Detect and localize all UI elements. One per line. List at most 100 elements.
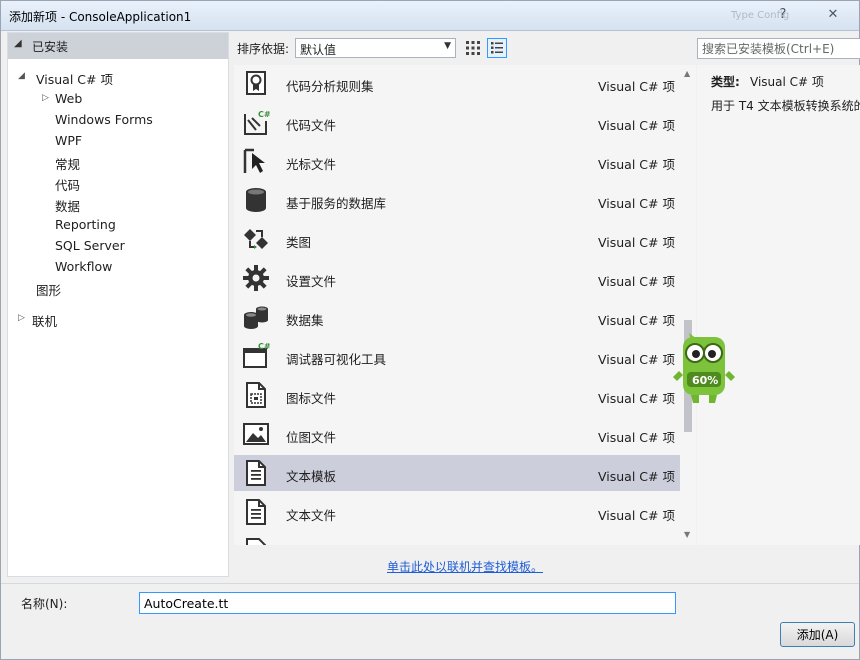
installed-label: 已安装 <box>32 40 69 54</box>
sort-dropdown[interactable]: 默认值 ▼ <box>295 38 456 58</box>
template-list: 代码分析规则集 Visual C# 项 C# 代码文件 Visual C# 项 … <box>234 65 696 545</box>
bitmap-file-icon <box>243 423 269 445</box>
template-row-settings-file[interactable]: 设置文件 Visual C# 项 <box>234 260 680 296</box>
template-type: Visual C# 项 <box>598 157 675 172</box>
database-icon <box>246 188 266 212</box>
find-templates-online-link[interactable]: 单击此处以联机并查找模板。 <box>387 558 543 575</box>
template-row-partial[interactable] <box>234 533 680 545</box>
template-row-cursor-file[interactable]: 光标文件 Visual C# 项 <box>234 143 680 179</box>
debugger-visualizer-icon: C# <box>243 342 270 368</box>
info-type-value: Visual C# 项 <box>750 75 824 89</box>
template-name: 光标文件 <box>286 157 337 172</box>
collapsed-arrow-icon[interactable]: ▷ <box>18 313 25 323</box>
template-type: Visual C# 项 <box>598 469 675 484</box>
mascot-widget[interactable]: 60% <box>671 327 737 405</box>
text-template-icon <box>246 460 266 486</box>
search-input[interactable] <box>698 39 860 58</box>
template-type: Visual C# 项 <box>598 391 675 406</box>
chevron-down-icon: ▼ <box>444 41 451 51</box>
template-name: 代码文件 <box>286 118 337 133</box>
template-list-scrollbar[interactable]: ▲ ▼ <box>680 65 696 545</box>
tree-item-graphics[interactable]: 图形 <box>36 280 61 299</box>
template-type: Visual C# 项 <box>598 274 675 289</box>
template-row-service-database[interactable]: 基于服务的数据库 Visual C# 项 <box>234 182 680 218</box>
template-row-text-template[interactable]: 文本模板 Visual C# 项 <box>234 455 680 491</box>
installed-header[interactable]: ◢ 已安装 <box>8 33 228 59</box>
template-row-class-diagram[interactable]: 类图 Visual C# 项 <box>234 221 680 257</box>
search-templates-box[interactable] <box>697 38 860 59</box>
scroll-down-arrow-icon[interactable]: ▼ <box>684 530 690 539</box>
name-label: 名称(N): <box>21 597 68 611</box>
tree-item-data[interactable]: 数据 <box>55 196 80 215</box>
list-view-button[interactable] <box>487 38 507 58</box>
help-button[interactable]: ? <box>771 5 795 25</box>
template-type: Visual C# 项 <box>598 352 675 367</box>
tree-item-windows-forms[interactable]: Windows Forms <box>55 112 153 127</box>
collapsed-arrow-icon[interactable]: ▷ <box>42 93 49 103</box>
template-row-debugger-visualizer[interactable]: C# 调试器可视化工具 Visual C# 项 <box>234 338 680 374</box>
template-name: 类图 <box>286 235 312 250</box>
template-name: 代码分析规则集 <box>286 79 374 94</box>
close-button[interactable]: ✕ <box>821 5 845 25</box>
add-button[interactable]: 添加(A) <box>780 622 855 647</box>
template-name: 调试器可视化工具 <box>286 352 387 367</box>
info-type-label: 类型: <box>711 75 740 89</box>
template-row-code-analysis-ruleset[interactable]: 代码分析规则集 Visual C# 项 <box>234 65 680 101</box>
svg-text:C#: C# <box>258 342 270 351</box>
template-category-tree: ◢ 已安装 ◢ Visual C# 项 ▷ Web Windows Forms … <box>7 32 229 577</box>
collapse-arrow-icon: ◢ <box>14 38 22 49</box>
template-name: 设置文件 <box>286 274 337 289</box>
window-title: 添加新项 - ConsoleApplication1 <box>9 10 192 24</box>
template-name: 文本模板 <box>286 469 337 484</box>
tree-item-visual-csharp[interactable]: Visual C# 项 <box>36 69 113 88</box>
ruleset-icon <box>246 71 266 95</box>
template-type: Visual C# 项 <box>598 79 675 94</box>
grid-view-button[interactable] <box>463 38 483 58</box>
settings-gear-icon <box>243 265 269 291</box>
tree-item-sql-server[interactable]: SQL Server <box>55 238 125 253</box>
list-view-icon <box>491 42 503 54</box>
template-type: Visual C# 项 <box>598 118 675 133</box>
template-info-panel: 类型: Visual C# 项 用于 T4 文本模板转换系统的 <box>697 65 860 545</box>
tree-item-code[interactable]: 代码 <box>55 175 80 194</box>
template-name: 图标文件 <box>286 391 337 406</box>
sort-by-label: 排序依据: <box>237 42 290 56</box>
tree-item-web[interactable]: Web <box>55 91 82 106</box>
name-input[interactable] <box>140 593 675 613</box>
template-row-text-file[interactable]: 文本文件 Visual C# 项 <box>234 494 680 530</box>
icon-file-icon <box>246 382 266 408</box>
template-type: Visual C# 项 <box>598 313 675 328</box>
template-name: 文本文件 <box>286 508 337 523</box>
template-name: 位图文件 <box>286 430 337 445</box>
info-description: 用于 T4 文本模板转换系统的 <box>711 99 860 113</box>
sort-value: 默认值 <box>300 43 337 57</box>
file-icon <box>246 538 266 545</box>
tree-item-general[interactable]: 常规 <box>55 154 80 173</box>
tree-item-workflow[interactable]: Workflow <box>55 259 112 274</box>
tree-item-reporting[interactable]: Reporting <box>55 217 116 232</box>
template-row-icon-file[interactable]: 图标文件 Visual C# 项 <box>234 377 680 413</box>
tree-item-online[interactable]: 联机 <box>32 311 57 330</box>
template-type: Visual C# 项 <box>598 235 675 250</box>
tree-item-wpf[interactable]: WPF <box>55 133 82 148</box>
dataset-icon <box>244 306 268 329</box>
class-diagram-icon <box>244 229 268 249</box>
template-row-dataset[interactable]: 数据集 Visual C# 项 <box>234 299 680 335</box>
csharp-code-file-icon: C# <box>244 110 270 135</box>
mascot-icon <box>673 333 735 403</box>
grid-view-icon <box>466 41 480 55</box>
cursor-file-icon <box>243 148 265 173</box>
template-row-code-file[interactable]: C# 代码文件 Visual C# 项 <box>234 104 680 140</box>
expanded-arrow-icon[interactable]: ◢ <box>18 71 25 81</box>
name-field[interactable] <box>139 592 676 614</box>
template-name: 基于服务的数据库 <box>286 196 387 211</box>
template-type: Visual C# 项 <box>598 196 675 211</box>
svg-text:C#: C# <box>258 110 270 119</box>
template-row-bitmap-file[interactable]: 位图文件 Visual C# 项 <box>234 416 680 452</box>
template-type: Visual C# 项 <box>598 508 675 523</box>
template-type: Visual C# 项 <box>598 430 675 445</box>
add-new-item-dialog: 添加新项 - ConsoleApplication1 Type Config ?… <box>0 0 860 660</box>
scroll-up-arrow-icon[interactable]: ▲ <box>684 69 690 78</box>
divider <box>1 583 859 584</box>
text-file-icon <box>246 499 266 525</box>
